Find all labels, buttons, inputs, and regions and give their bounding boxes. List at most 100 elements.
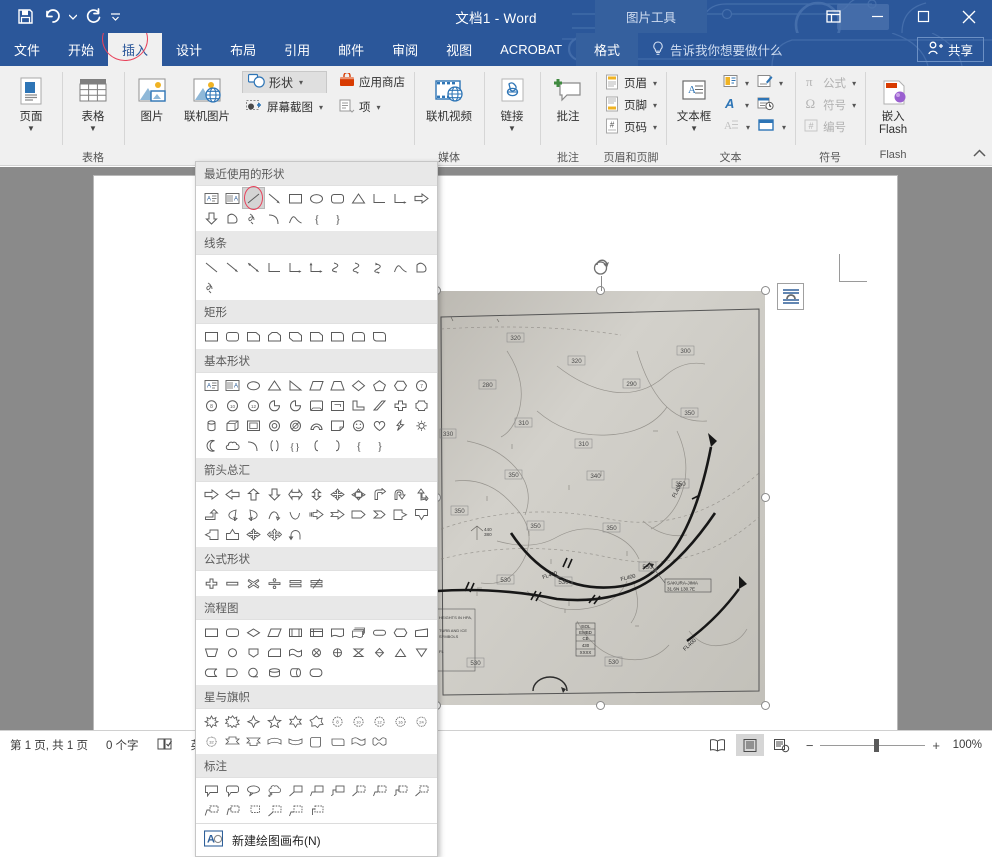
resize-handle-bottom-right[interactable] <box>761 701 770 710</box>
word-count[interactable]: 0 个字 <box>106 737 139 753</box>
shape-rounded-rectangular-callout[interactable] <box>222 780 243 800</box>
shape-curved-up-ribbon[interactable] <box>264 731 285 751</box>
shape-oval[interactable] <box>243 375 264 395</box>
tab-insert[interactable]: 插入 <box>102 33 163 66</box>
zoom-track[interactable] <box>820 738 926 752</box>
chevron-down-icon[interactable]: ▾ <box>744 123 750 132</box>
shape-flowchart-connector[interactable] <box>222 642 243 662</box>
shape-flowchart-multidocument[interactable] <box>348 622 369 642</box>
tab-layout[interactable]: 布局 <box>216 33 270 66</box>
shape-star-12-point[interactable]: 12 <box>369 711 390 731</box>
chevron-down-icon[interactable]: ▼ <box>27 125 35 133</box>
resize-handle-mid-right[interactable] <box>761 493 770 502</box>
zoom-out-button[interactable]: − <box>806 738 814 753</box>
shape-explosion-2[interactable] <box>222 711 243 731</box>
shape-line-callout-3[interactable] <box>327 780 348 800</box>
shape-line-callout-no-border-2[interactable] <box>264 800 285 820</box>
shape-heptagon[interactable]: 7 <box>411 375 432 395</box>
customize-quick-access-icon[interactable] <box>108 5 122 29</box>
shape-not-equal[interactable] <box>306 573 327 593</box>
shape-flowchart-off-page-connector[interactable] <box>243 642 264 662</box>
shape-round-single-corner-rectangle[interactable] <box>327 326 348 346</box>
pictures-button[interactable]: 图片 <box>129 70 175 124</box>
embed-flash-button[interactable]: 嵌入 Flash <box>870 70 916 137</box>
shape-decagon[interactable]: 10 <box>222 395 243 415</box>
shape-line-callout-2-accent-bar[interactable] <box>369 780 390 800</box>
shape-left-brace[interactable]: { <box>306 208 327 228</box>
chevron-down-icon[interactable]: ▾ <box>317 103 323 112</box>
text-box-button[interactable]: A 文本框 ▼ <box>671 70 717 133</box>
shape-can[interactable] <box>201 415 222 435</box>
shape-elbow-double-arrow-connector[interactable] <box>306 257 327 277</box>
shape-dodecagon[interactable]: 12 <box>243 395 264 415</box>
shape-flowchart-terminator[interactable] <box>369 622 390 642</box>
chevron-down-icon[interactable]: ▼ <box>690 125 698 133</box>
chevron-down-icon[interactable]: ▾ <box>777 79 783 88</box>
shape-arc[interactable] <box>264 208 285 228</box>
shape-right-brace[interactable]: } <box>327 208 348 228</box>
chevron-down-icon[interactable]: ▾ <box>297 78 303 87</box>
shape-flowchart-card[interactable] <box>264 642 285 662</box>
quick-parts-button[interactable]: ▾ <box>719 72 753 94</box>
footer-button[interactable]: 页脚 ▾ <box>601 94 661 116</box>
shape-left-arrow[interactable] <box>222 484 243 504</box>
links-button[interactable]: 链接 ▼ <box>489 70 535 133</box>
shape-trapezoid[interactable] <box>327 375 348 395</box>
chevron-down-icon[interactable]: ▾ <box>651 123 657 132</box>
shape-line-double-arrow[interactable] <box>243 257 264 277</box>
shape-text-box[interactable]: A <box>201 188 222 208</box>
shape-curve[interactable] <box>390 257 411 277</box>
table-button[interactable]: 表格 ▼ <box>67 70 119 133</box>
shape-curved-down-ribbon[interactable] <box>285 731 306 751</box>
page-indicator[interactable]: 第 1 页, 共 1 页 <box>10 737 88 753</box>
signature-line-button[interactable]: ▾ <box>753 72 787 94</box>
shapes-dropdown-button[interactable]: 形状 ▾ <box>242 71 328 93</box>
picture-weather-chart[interactable]: 320 320 280 310 310 330 300 290 350 350 340 35… <box>437 291 765 705</box>
shape-flowchart-direct-access-storage[interactable] <box>285 662 306 682</box>
undo-dropdown-icon[interactable] <box>66 5 80 29</box>
shape-flowchart-preparation[interactable] <box>390 622 411 642</box>
redo-icon[interactable] <box>81 5 107 29</box>
minimize-icon[interactable] <box>854 0 900 33</box>
shape-plus[interactable] <box>201 573 222 593</box>
shape-right-brace[interactable]: } <box>369 435 390 455</box>
zoom-level[interactable]: 100% <box>944 739 982 751</box>
chevron-down-icon[interactable]: ▾ <box>850 101 856 110</box>
layout-options-icon[interactable] <box>777 283 804 310</box>
tell-me-box[interactable]: 告诉我你想要做什么 <box>638 33 783 66</box>
proofing-errors-icon[interactable] <box>157 737 173 754</box>
shape-sun[interactable] <box>411 415 432 435</box>
shape-line-callout-1-border-accent[interactable] <box>411 780 432 800</box>
shape-down-ribbon[interactable] <box>243 731 264 751</box>
tab-home[interactable]: 开始 <box>54 33 108 66</box>
shape-down-arrow-callout[interactable] <box>411 504 432 524</box>
chevron-down-icon[interactable]: ▾ <box>651 101 657 110</box>
shape-circular-arrow[interactable] <box>285 524 306 544</box>
shape-text-box[interactable]: A <box>201 375 222 395</box>
shape-wave[interactable] <box>348 731 369 751</box>
shape-star-4-point[interactable] <box>243 711 264 731</box>
shape-pie[interactable] <box>264 395 285 415</box>
shape-flowchart-magnetic-disk[interactable] <box>264 662 285 682</box>
shape-snip-and-round-single-corner-rectangle[interactable] <box>306 326 327 346</box>
shape-left-arrow-callout[interactable] <box>201 524 222 544</box>
save-icon[interactable] <box>12 5 38 29</box>
shape-left-right-arrow[interactable] <box>285 484 306 504</box>
shape-star-24-point[interactable]: 24 <box>411 711 432 731</box>
tab-acrobat[interactable]: ACROBAT <box>486 33 576 66</box>
symbol-button[interactable]: Ω 符号 ▾ <box>800 94 860 116</box>
shape-flowchart-data[interactable] <box>264 622 285 642</box>
shape-line-callout-3-accent-bar[interactable] <box>390 780 411 800</box>
shape-right-arrow[interactable] <box>201 484 222 504</box>
shape-star-32-point[interactable]: 32 <box>201 731 222 751</box>
chevron-down-icon[interactable]: ▾ <box>375 103 381 112</box>
shape-rectangle[interactable] <box>201 326 222 346</box>
shape-rounded-rectangle[interactable] <box>327 188 348 208</box>
shape-moon[interactable] <box>201 435 222 455</box>
tab-file[interactable]: 文件 <box>0 33 54 66</box>
maximize-icon[interactable] <box>900 0 946 33</box>
close-icon[interactable] <box>946 0 992 33</box>
my-addins-button[interactable]: 项 ▾ <box>335 96 409 118</box>
chevron-down-icon[interactable]: ▾ <box>651 79 657 88</box>
shape-left-brace[interactable]: { <box>348 435 369 455</box>
